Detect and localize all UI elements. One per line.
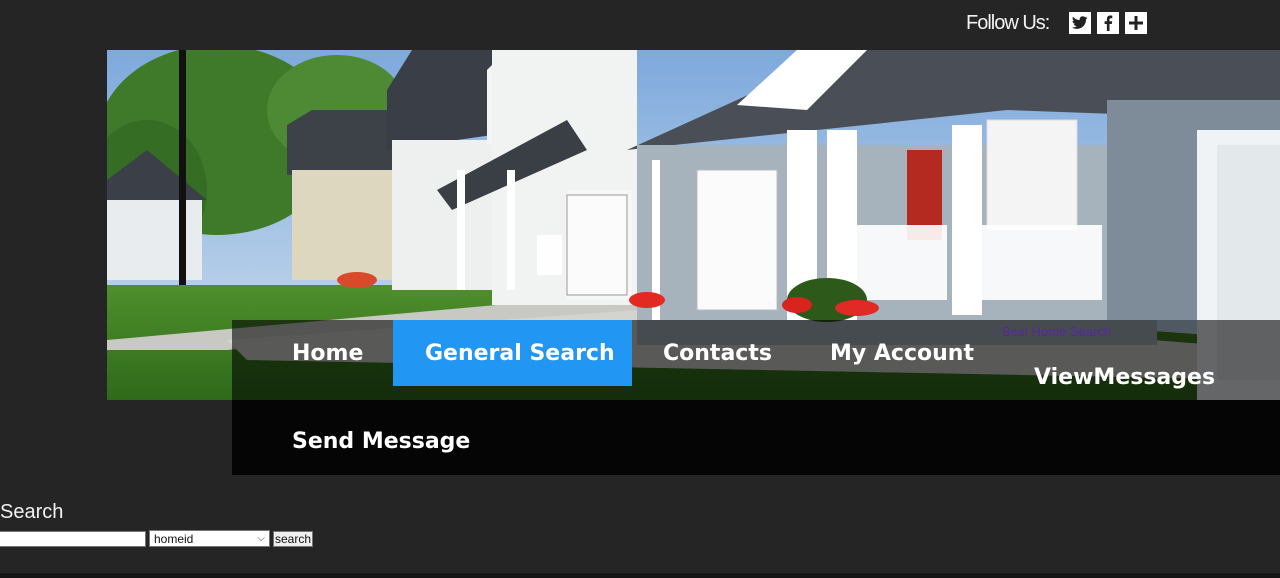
footer-divider [0, 573, 1280, 578]
chevron-down-icon: ⌵ [257, 533, 265, 544]
main-nav: Home General Search Contacts My Account … [232, 320, 1280, 475]
nav-item-view-messages[interactable]: ViewMessages [1034, 365, 1215, 390]
plus-icon[interactable] [1125, 12, 1148, 34]
search-field-select[interactable]: homeid ⌵ [149, 530, 270, 547]
nav-item-contacts[interactable]: Contacts [663, 341, 772, 366]
nav-item-my-account[interactable]: My Account [830, 341, 974, 366]
nav-item-general-search[interactable]: General Search [425, 341, 615, 366]
search-input[interactable] [0, 531, 146, 547]
nav-item-send-message[interactable]: Send Message [292, 429, 470, 454]
brand-link[interactable]: Best Home Search [1002, 324, 1111, 339]
follow-bar: Follow Us: [966, 11, 1148, 35]
search-select-value: homeid [154, 531, 194, 546]
search-button[interactable]: search [273, 531, 313, 547]
nav-item-home[interactable]: Home [292, 341, 363, 366]
twitter-icon[interactable] [1069, 12, 1092, 34]
facebook-icon[interactable] [1097, 12, 1120, 34]
follow-label: Follow Us: [966, 11, 1050, 34]
search-title: Search [0, 501, 64, 523]
